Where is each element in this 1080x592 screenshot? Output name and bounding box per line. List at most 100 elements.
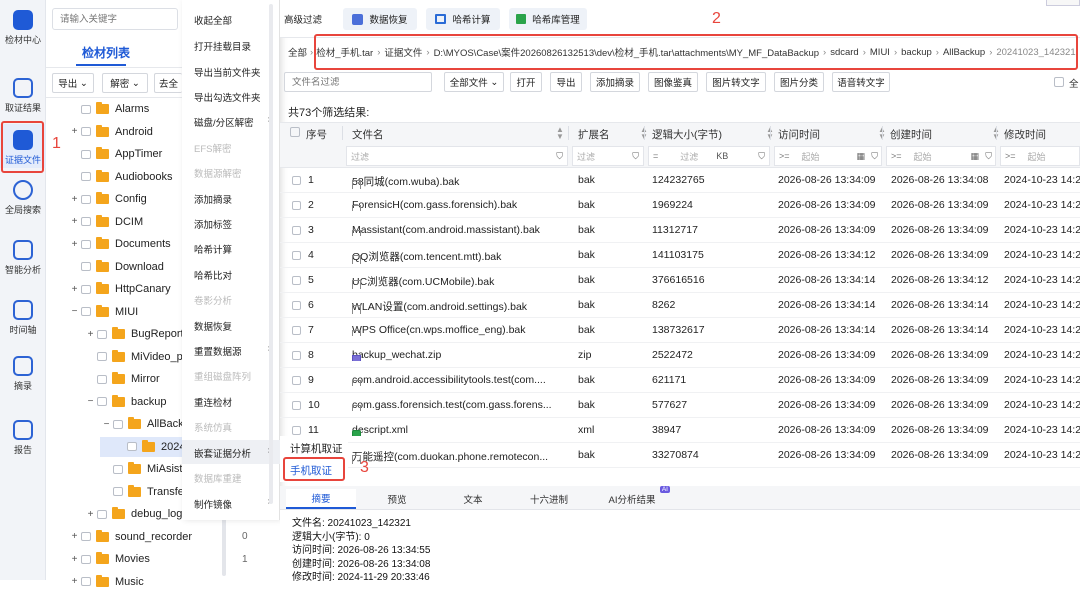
tree-item[interactable]: AppTimer xyxy=(70,144,162,164)
submenu-item-computer[interactable]: 计算机取证 xyxy=(290,441,343,456)
table-row[interactable]: 10 com.gass.forensich.test(com.gass.foren… xyxy=(280,393,1080,418)
table-row[interactable]: 9 com.android.accessibilitytools.test(com… xyxy=(280,368,1080,393)
calendar-icon[interactable]: ▦ xyxy=(970,151,979,162)
name-filter[interactable]: 过滤 ⛉ xyxy=(346,146,568,166)
tree-checkbox[interactable] xyxy=(97,509,107,519)
all-files-dropdown[interactable]: 全部文件 ⌄ xyxy=(444,72,504,92)
image-classify-button[interactable]: 图片分类 xyxy=(774,72,824,92)
expand-toggle-icon[interactable]: + xyxy=(70,216,79,227)
table-row[interactable]: 8 backup_wechat.zip zip 2522472 2026-08-26 1… xyxy=(280,343,1080,368)
tree-item[interactable]: + BugReports xyxy=(86,324,189,344)
rail-item-5[interactable]: 时间轴 xyxy=(0,300,46,336)
col-header-ext[interactable]: 扩展名 xyxy=(578,124,610,144)
tree-checkbox[interactable] xyxy=(81,149,91,159)
tree-checkbox[interactable] xyxy=(81,554,91,564)
table-row[interactable]: 1 58同城(com.wuba).bak bak 124232765 2026-08-2… xyxy=(280,168,1080,193)
tree-checkbox[interactable] xyxy=(81,307,91,316)
col-header-seq[interactable]: 序号 xyxy=(306,124,327,144)
ctime-filter[interactable]: >= 起始 ▦ ⛉ xyxy=(886,146,996,166)
add-excerpt-button[interactable]: 添加摘录 xyxy=(590,72,640,92)
tab-text[interactable]: 文本 xyxy=(438,489,508,509)
filename-filter-input[interactable] xyxy=(285,76,431,88)
filter-icon[interactable]: ⛉ xyxy=(556,151,563,162)
menu-item-0[interactable]: 收起全部 xyxy=(194,13,232,27)
col-header-size[interactable]: 逻辑大小(字节) xyxy=(652,124,722,144)
expand-toggle-icon[interactable]: + xyxy=(70,194,79,205)
atime-filter[interactable]: >= 起始 ▦ ⛉ xyxy=(774,146,882,166)
row-checkbox[interactable] xyxy=(292,201,301,210)
tree-item[interactable]: Audiobooks xyxy=(70,167,173,187)
row-checkbox[interactable] xyxy=(292,376,301,385)
table-row[interactable]: 5 UC浏览器(com.UCMobile).bak bak 376616516 2026… xyxy=(280,268,1080,293)
tree-checkbox[interactable] xyxy=(81,262,91,271)
rail-item-4[interactable]: 智能分析 xyxy=(0,240,46,276)
tree-checkbox[interactable] xyxy=(97,352,107,361)
menu-item-2[interactable]: 导出当前文件夹 xyxy=(194,65,261,79)
hash-db-button[interactable]: 哈希库管理 xyxy=(509,8,587,30)
breadcrumb-root[interactable]: 全部 xyxy=(288,45,307,59)
tree-checkbox[interactable] xyxy=(81,577,91,586)
menu-scrollbar[interactable] xyxy=(269,4,273,504)
filter-icon[interactable]: ⛉ xyxy=(758,151,765,162)
menu-item-15[interactable]: 重连检材 xyxy=(194,395,232,409)
menu-item-12[interactable]: 数据恢复 xyxy=(194,319,232,333)
row-checkbox[interactable] xyxy=(292,176,301,185)
expand-toggle-icon[interactable]: + xyxy=(70,576,79,587)
table-row[interactable]: 万能遥控(com.duokan.phone.remotecon... bak 332… xyxy=(280,443,1080,468)
tree-item[interactable]: + Android xyxy=(70,122,153,142)
tree-search-box[interactable] xyxy=(52,8,178,30)
menu-item-9[interactable]: 哈希计算 xyxy=(194,242,232,256)
expand-toggle-icon[interactable]: + xyxy=(70,239,79,250)
hash-calc-button[interactable]: 哈希计算 xyxy=(426,8,500,30)
col-header-ctime[interactable]: 创建时间 xyxy=(890,124,932,144)
tree-item[interactable]: + Music xyxy=(70,572,144,592)
menu-item-1[interactable]: 打开挂载目录 xyxy=(194,39,251,53)
rail-item-6[interactable]: 摘录 xyxy=(0,356,46,392)
tab-hex[interactable]: 十六进制 xyxy=(514,489,584,509)
row-checkbox[interactable] xyxy=(292,326,301,335)
tree-checkbox[interactable] xyxy=(127,442,137,451)
menu-item-7[interactable]: 添加摘录 xyxy=(194,192,232,206)
row-checkbox[interactable] xyxy=(292,276,301,285)
tree-decrypt-button[interactable]: 解密 ⌄ xyxy=(102,73,148,93)
tab-preview[interactable]: 预览 xyxy=(362,489,432,509)
tree-item[interactable]: − backup xyxy=(86,392,166,412)
tree-item[interactable]: Alarms xyxy=(70,99,149,119)
tree-checkbox[interactable] xyxy=(81,532,91,541)
table-row[interactable]: 4 QQ浏览器(com.tencent.mtt).bak bak 141103175 2… xyxy=(280,243,1080,268)
expand-toggle-icon[interactable]: − xyxy=(70,306,79,317)
menu-item-10[interactable]: 哈希比对 xyxy=(194,268,232,282)
col-header-name[interactable]: 文件名 xyxy=(352,124,384,144)
tree-item[interactable]: MiAsist xyxy=(102,459,182,479)
tree-checkbox[interactable] xyxy=(81,217,91,226)
image-review-button[interactable]: 图像鉴真 xyxy=(648,72,698,92)
tree-item[interactable]: MiVideo_pi xyxy=(86,347,185,367)
tab-summary[interactable]: 摘要 xyxy=(286,489,356,509)
rail-item-7[interactable]: 报告 xyxy=(0,420,46,456)
tree-item[interactable]: + Config xyxy=(70,189,147,209)
tree-checkbox[interactable] xyxy=(81,127,91,136)
tree-checkbox[interactable] xyxy=(113,464,123,474)
filter-icon[interactable]: ⛉ xyxy=(632,151,639,162)
image-to-text-button[interactable]: 图片转文字 xyxy=(706,72,766,92)
expand-toggle-icon[interactable]: + xyxy=(70,531,79,542)
tree-checkbox[interactable] xyxy=(97,374,107,384)
menu-item-13[interactable]: 重置数据源 xyxy=(194,344,242,358)
tree-item[interactable]: Mirror xyxy=(86,369,160,389)
table-row[interactable]: 7 WPS Office(cn.wps.moffice_eng).bak bak 13… xyxy=(280,318,1080,343)
header-checkbox[interactable] xyxy=(290,127,300,137)
menu-item-17[interactable]: 嵌套证据分析 xyxy=(194,446,251,460)
open-button[interactable]: 打开 xyxy=(510,72,542,92)
tree-item[interactable]: + HttpCanary xyxy=(70,279,171,299)
menu-item-3[interactable]: 导出勾选文件夹 xyxy=(194,90,261,104)
tree-checkbox[interactable] xyxy=(113,487,123,496)
size-filter[interactable]: = 过滤 KB ⛉ xyxy=(648,146,770,166)
voice-to-text-button[interactable]: 语音转文字 xyxy=(832,72,890,92)
window-control[interactable] xyxy=(1046,0,1080,6)
menu-item-4[interactable]: 磁盘/分区解密 xyxy=(194,115,254,129)
sort-icon[interactable]: ▲▼ xyxy=(556,126,564,141)
col-header-atime[interactable]: 访问时间 xyxy=(778,124,820,144)
row-checkbox[interactable] xyxy=(292,301,301,310)
tree-checkbox[interactable] xyxy=(97,397,107,406)
select-all-checkbox[interactable] xyxy=(1054,77,1064,87)
